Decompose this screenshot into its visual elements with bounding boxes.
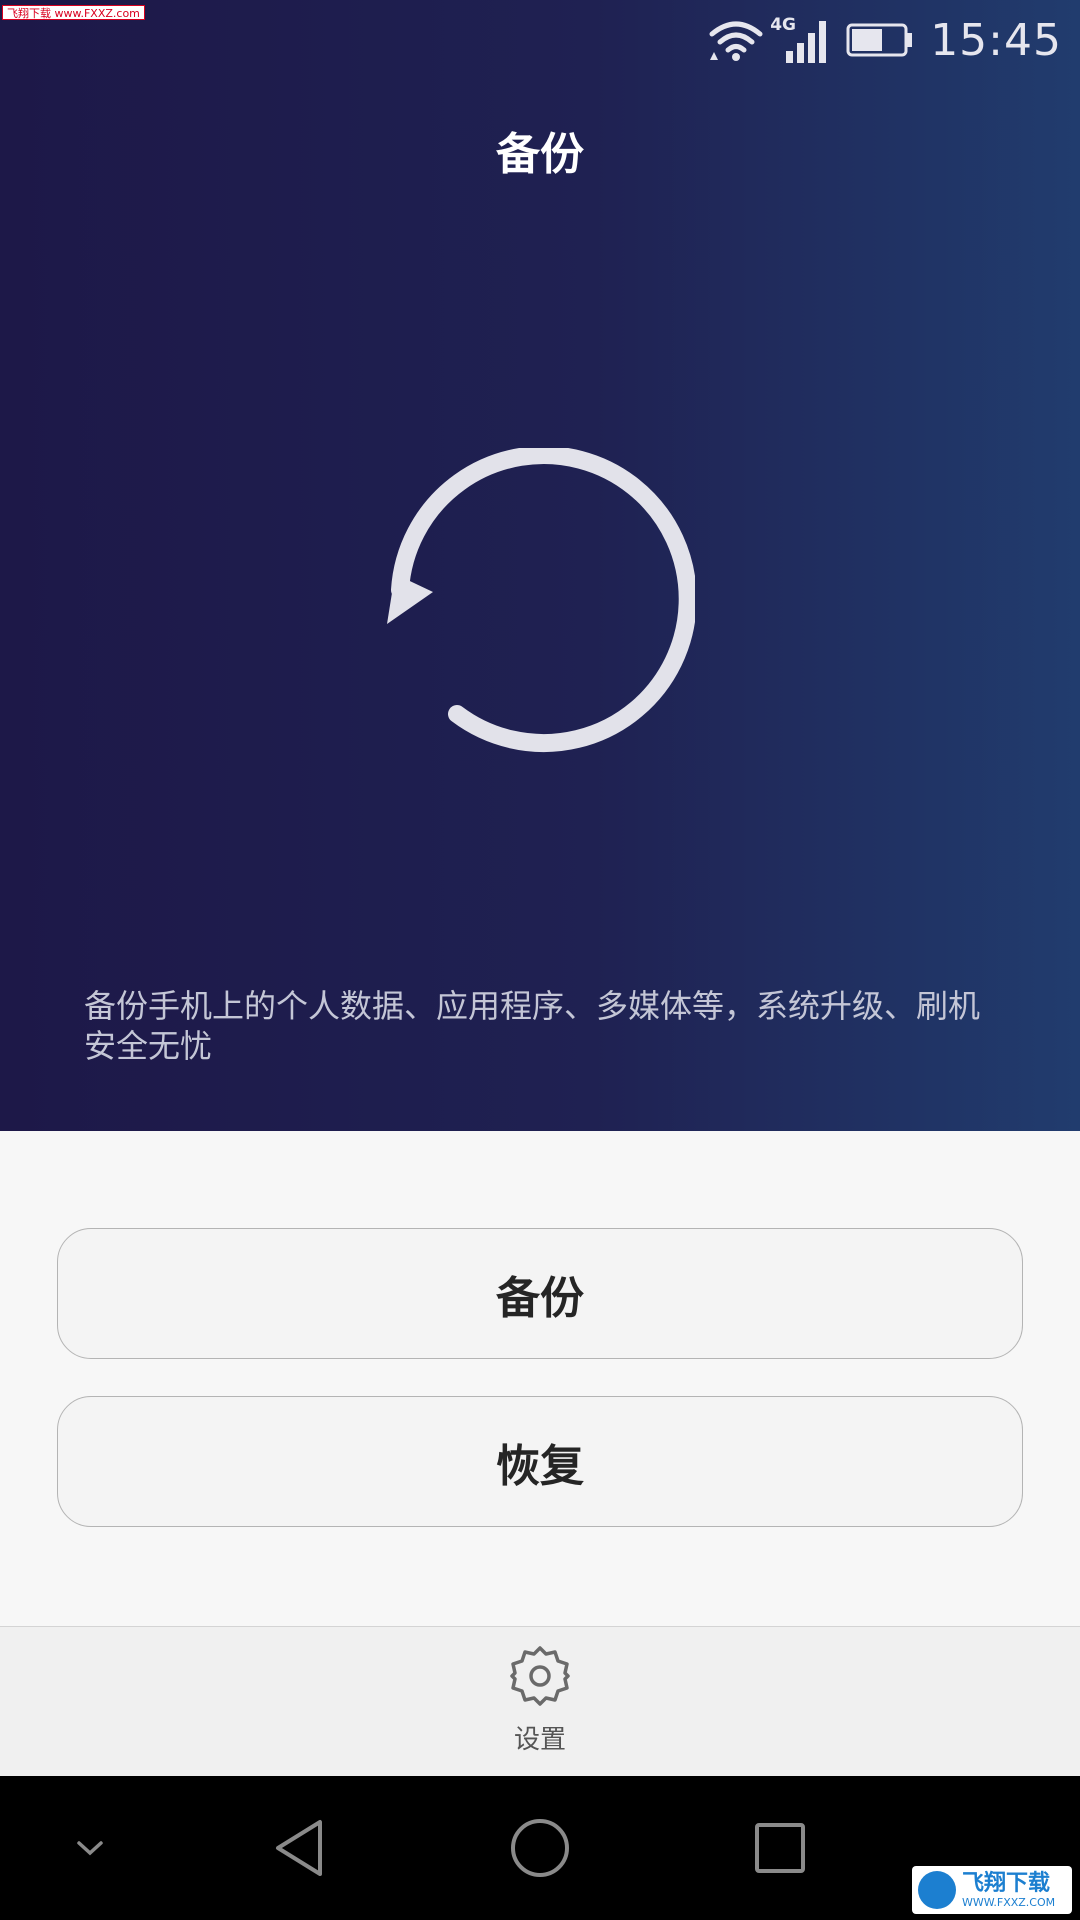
bottom-toolbar: 设置	[0, 1626, 1080, 1776]
home-circle-icon	[511, 1819, 569, 1877]
system-nav-bar: 飞翔下载 WWW.FXXZ.COM	[0, 1776, 1080, 1920]
page-title: 备份	[496, 129, 584, 180]
wifi-icon	[709, 21, 763, 61]
nav-recent-button[interactable]	[720, 1776, 840, 1920]
status-time: 15:45	[930, 14, 1062, 66]
signal-icon: 4G	[770, 15, 830, 65]
restore-button[interactable]: 恢复	[57, 1396, 1023, 1527]
watermark-en: WWW.FXXZ.COM	[962, 1895, 1056, 1909]
watermark-cn: 飞翔下载	[962, 1870, 1051, 1896]
action-panel: 备份 恢复	[0, 1131, 1080, 1626]
hero-banner: 飞翔下载 www.FXXZ.com 4G 15:45 备份 备份手机上的个人数据…	[0, 0, 1080, 1131]
description-text: 备份手机上的个人数据、应用程序、多媒体等，系统升级、刷机安全无忧	[84, 987, 981, 1065]
status-bar: 4G 15:45	[708, 10, 1062, 70]
back-triangle-icon	[276, 1820, 322, 1876]
battery-icon	[846, 23, 913, 57]
network-type-label: 4G	[770, 15, 796, 35]
watermark-top-left: 飞翔下载 www.FXXZ.com	[2, 5, 145, 20]
settings-button[interactable]: 设置	[480, 1645, 600, 1767]
recent-square-icon	[755, 1823, 805, 1873]
gear-icon	[510, 1646, 570, 1706]
nav-home-button[interactable]	[480, 1776, 600, 1920]
backup-button[interactable]: 备份	[57, 1228, 1023, 1359]
refresh-arrow-icon	[387, 448, 695, 752]
settings-label: 设置	[513, 1725, 566, 1755]
nav-down-button[interactable]	[30, 1776, 150, 1920]
watermark-logo-icon	[918, 1871, 956, 1909]
chevron-down-icon	[77, 1841, 103, 1856]
watermark-bottom-right: 飞翔下载 WWW.FXXZ.COM	[912, 1866, 1072, 1914]
nav-back-button[interactable]	[240, 1776, 360, 1920]
